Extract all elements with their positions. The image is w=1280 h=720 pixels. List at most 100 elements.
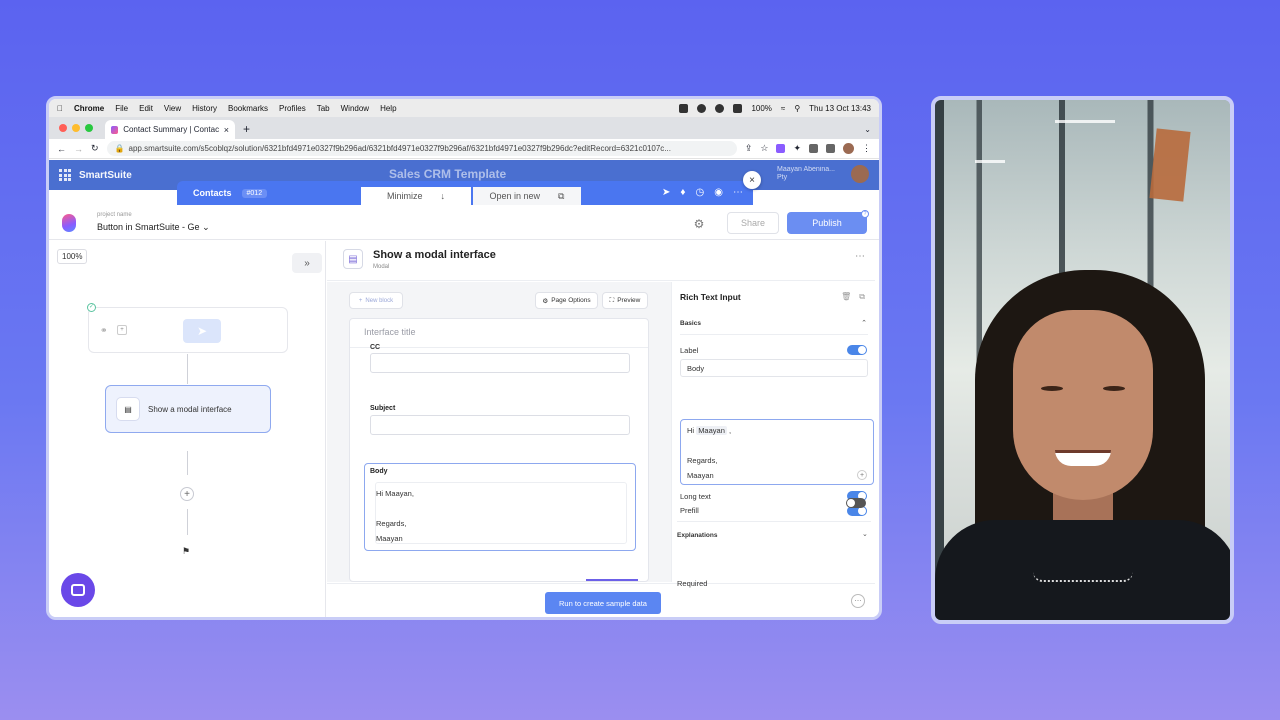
more-menu-icon[interactable]: ⋮ (862, 143, 871, 154)
menu-edit[interactable]: Edit (139, 104, 153, 113)
minimize-window-button[interactable] (72, 124, 80, 132)
bell-icon[interactable]: ♦ (680, 187, 685, 198)
menu-bookmarks[interactable]: Bookmarks (228, 104, 268, 113)
panel-title: Rich Text Input (680, 292, 741, 302)
chevron-down-icon[interactable]: ⌄ (862, 530, 868, 538)
publish-button[interactable]: Publish (787, 212, 867, 234)
datetime[interactable]: Thu 13 Oct 13:43 (809, 104, 871, 113)
expand-panel-icon[interactable]: » (292, 253, 322, 273)
page-options-button[interactable]: ⚙ Page Options (535, 292, 598, 309)
new-block-button[interactable]: + New block (349, 292, 403, 309)
modal-editor: + New block ⚙ Page Options ⛶ Preview Int… (327, 282, 671, 613)
body-block[interactable]: Body Hi Maayan, Regards, Maayan (364, 463, 636, 551)
tab-search-chevron-icon[interactable]: ⌄ (864, 120, 871, 139)
required-toggle[interactable] (846, 498, 866, 508)
user-avatar[interactable] (851, 165, 869, 183)
close-tab-icon[interactable]: × (224, 125, 229, 135)
wifi-icon[interactable]: ≈ (781, 104, 785, 113)
add-step-icon[interactable]: + (180, 487, 194, 501)
extension-icon[interactable] (776, 144, 786, 153)
send-icon[interactable]: ➤ (662, 187, 670, 198)
back-icon[interactable]: ← (57, 144, 66, 154)
run-sample-data-button[interactable]: Run to create sample data (545, 592, 661, 614)
label-toggle[interactable] (847, 345, 867, 355)
subject-field[interactable] (370, 415, 630, 435)
user-info[interactable]: Maayan Abenina... Pty (777, 166, 835, 182)
trigger-step-card[interactable]: ⚭ + ➤ (88, 307, 288, 353)
intercom-chat-button[interactable] (61, 573, 95, 607)
step-more-icon[interactable]: ⋯ (855, 251, 865, 262)
open-in-new-button[interactable]: Open in new ⧉ (473, 187, 581, 205)
browser-tabbar: Contact Summary | Contacts | × + ⌄ (49, 117, 879, 139)
project-name-select[interactable]: Button in SmartSuite - Ge ⌄ (97, 222, 210, 233)
ceiling-light (975, 160, 1005, 163)
label-value-field[interactable]: Body (680, 359, 868, 377)
search-icon[interactable]: ⚲ (794, 104, 800, 113)
prefill-editor[interactable]: Hi Maayan , Regards, Maayan + (680, 419, 874, 485)
basics-section-label[interactable]: Basics (680, 320, 701, 327)
explanations-section-label[interactable]: Explanations (677, 532, 717, 539)
puzzle-icon[interactable]: ✦ (793, 143, 801, 154)
minimize-button[interactable]: Minimize ↓ (361, 187, 471, 205)
apple-icon[interactable]:  (57, 104, 63, 113)
smartsuite-brand[interactable]: SmartSuite (79, 170, 132, 181)
more-icon[interactable]: ⋯ (733, 187, 743, 198)
bookmark-star-icon[interactable]: ☆ (760, 143, 768, 154)
gear-icon[interactable] (697, 103, 707, 113)
close-record-icon[interactable]: × (743, 171, 761, 189)
cc-field[interactable] (370, 353, 630, 373)
body-textarea[interactable]: Hi Maayan, Regards, Maayan (375, 482, 627, 544)
share-button[interactable]: Share (727, 212, 779, 234)
menu-window[interactable]: Window (341, 104, 369, 113)
forward-icon[interactable]: → (74, 144, 83, 154)
insert-field-icon[interactable]: + (857, 470, 867, 480)
lock-icon: 🔒 (114, 144, 125, 153)
solution-title[interactable]: Sales CRM Template (389, 167, 506, 181)
divider (677, 521, 871, 522)
reload-icon[interactable]: ↻ (91, 143, 99, 154)
menu-help[interactable]: Help (380, 104, 396, 113)
reading-list-icon[interactable] (809, 144, 818, 153)
chevron-up-icon[interactable]: ⌃ (861, 319, 867, 327)
panel-actions: 🗑 ⧉ (841, 292, 865, 302)
record-id-badge[interactable]: #012 (241, 188, 268, 198)
clock-icon[interactable]: ◷ (696, 187, 705, 198)
prefill-mention-token[interactable]: Maayan (696, 426, 727, 435)
menu-profiles[interactable]: Profiles (279, 104, 306, 113)
tab-title: Contact Summary | Contacts | (123, 125, 219, 134)
keyboard-icon[interactable] (733, 103, 743, 113)
close-window-button[interactable] (59, 124, 67, 132)
menu-file[interactable]: File (115, 104, 128, 113)
sidebar-icon[interactable] (826, 144, 835, 153)
new-tab-icon[interactable]: + (243, 120, 250, 139)
browser-tab-active[interactable]: Contact Summary | Contacts | × (105, 120, 235, 139)
record-icon[interactable] (715, 103, 725, 113)
person-smile (1055, 450, 1111, 466)
settings-gear-icon[interactable]: ⚙ (689, 214, 709, 234)
external-link-icon: ⧉ (558, 190, 565, 201)
zoom-window-button[interactable] (85, 124, 93, 132)
duplicate-icon[interactable]: ⧉ (859, 292, 865, 302)
menu-view[interactable]: View (164, 104, 181, 113)
footer-more-icon[interactable]: ⋯ (851, 594, 865, 608)
interface-title-input[interactable]: Interface title (364, 327, 416, 337)
wall-sign (1149, 128, 1191, 202)
menu-app-name[interactable]: Chrome (74, 104, 104, 113)
url-field[interactable]: 🔒 app.smartsuite.com/s5coblqz/solution/6… (106, 141, 737, 156)
modal-icon: ▤ (116, 397, 140, 421)
menu-history[interactable]: History (192, 104, 217, 113)
trash-icon[interactable]: 🗑 (841, 292, 851, 302)
preview-button[interactable]: ⛶ Preview (602, 292, 648, 309)
zoom-level[interactable]: 100% (57, 249, 88, 264)
comment-icon[interactable]: ◉ (714, 187, 723, 198)
apps-grid-icon[interactable] (59, 169, 71, 181)
battery-level: 100% (751, 103, 772, 113)
action-step-card[interactable]: ▤ Show a modal interface (105, 385, 271, 433)
menu-tab[interactable]: Tab (317, 104, 330, 113)
record-table-name[interactable]: Contacts (193, 188, 232, 198)
profile-avatar[interactable] (843, 143, 854, 154)
share-page-icon[interactable]: ⇪ (745, 143, 753, 154)
publish-info-icon[interactable]: ? (861, 210, 869, 218)
arrow-down-icon: ↓ (440, 191, 446, 201)
status-icon[interactable] (679, 103, 689, 113)
